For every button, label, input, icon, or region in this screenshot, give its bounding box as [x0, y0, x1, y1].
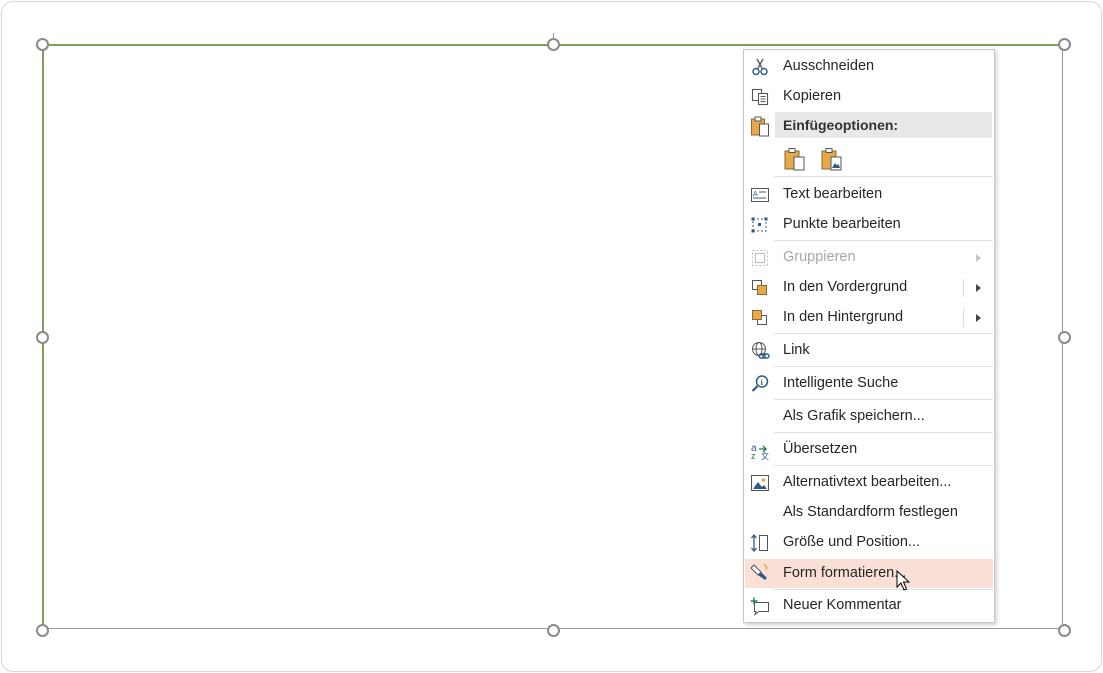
svg-text:z: z: [751, 451, 756, 460]
submenu-arrow-icon[interactable]: [976, 284, 981, 292]
menu-item-link[interactable]: Link: [745, 338, 993, 364]
menu-item-group: Gruppieren: [745, 245, 993, 271]
group-icon: [750, 248, 770, 268]
format-shape-icon: [750, 562, 770, 582]
paste-options-header: Einfügeoptionen:: [775, 112, 992, 138]
menu-item-send-backward[interactable]: In den Hintergrund: [745, 305, 993, 331]
menu-separator: [774, 366, 993, 367]
translate-icon: az文: [750, 440, 770, 461]
menu-separator: [774, 176, 993, 177]
bring-forward-icon: [750, 278, 770, 298]
context-menu: Ausschneiden Kopieren Einfügeoptionen: A…: [743, 49, 995, 623]
menu-separator: [774, 432, 993, 433]
menu-item-edit-alt-text[interactable]: Alternativtext bearbeiten...: [745, 470, 993, 496]
menu-item-set-default-shape[interactable]: Als Standardform festlegen: [745, 500, 993, 526]
mouse-cursor-icon: [896, 569, 911, 592]
resize-handle-top-right[interactable]: [1058, 38, 1071, 51]
menu-item-cut[interactable]: Ausschneiden: [745, 54, 993, 80]
resize-handle-bottom-center[interactable]: [547, 624, 560, 637]
menu-item-label: Link: [783, 342, 810, 358]
paste-options-label: Einfügeoptionen:: [783, 117, 899, 133]
menu-item-label: Als Standardform festlegen: [783, 504, 958, 520]
resize-handle-middle-left[interactable]: [36, 331, 49, 344]
menu-item-edit-points[interactable]: Punkte bearbeiten: [745, 212, 993, 238]
svg-text:A: A: [753, 191, 758, 198]
menu-item-label: In den Vordergrund: [783, 279, 908, 295]
menu-item-copy[interactable]: Kopieren: [745, 84, 993, 110]
menu-item-new-comment[interactable]: Neuer Kommentar: [745, 593, 993, 619]
menu-item-label: Kopieren: [783, 88, 842, 104]
submenu-divider: [963, 279, 964, 297]
menu-item-label: Übersetzen: [783, 441, 858, 457]
menu-item-label: Als Grafik speichern...: [783, 408, 925, 424]
alt-text-icon: [750, 473, 770, 493]
menu-item-size-position[interactable]: Größe und Position...: [745, 530, 993, 556]
menu-item-save-as-picture[interactable]: Als Grafik speichern...: [745, 404, 993, 430]
send-backward-icon: [750, 308, 770, 328]
menu-item-translate[interactable]: az文 Übersetzen: [745, 437, 993, 463]
paste-keep-source-button[interactable]: [783, 146, 807, 172]
menu-item-label: Neuer Kommentar: [783, 597, 902, 613]
menu-item-label: Gruppieren: [783, 249, 856, 265]
menu-item-smart-lookup[interactable]: i Intelligente Suche: [745, 371, 993, 397]
resize-handle-top-left[interactable]: [36, 38, 49, 51]
size-position-icon: [750, 533, 770, 553]
menu-item-label: Text bearbeiten: [783, 186, 883, 202]
menu-item-edit-text[interactable]: A Text bearbeiten: [745, 182, 993, 208]
menu-item-bring-forward[interactable]: In den Vordergrund: [745, 275, 993, 301]
menu-separator: [774, 333, 993, 334]
copy-icon: [750, 87, 770, 107]
new-comment-icon: [750, 596, 770, 616]
menu-item-label: Größe und Position...: [783, 534, 921, 550]
scissors-icon: [750, 57, 770, 77]
svg-text:文: 文: [761, 451, 769, 460]
menu-item-label: Alternativtext bearbeiten...: [783, 474, 952, 490]
link-globe-icon: [750, 341, 770, 361]
menu-separator: [774, 399, 993, 400]
menu-separator: [774, 589, 993, 590]
menu-separator: [774, 465, 993, 466]
menu-item-label: Ausschneiden: [783, 58, 875, 74]
submenu-arrow-icon[interactable]: [976, 314, 981, 322]
clipboard-icon: [750, 115, 770, 137]
resize-handle-bottom-right[interactable]: [1058, 624, 1071, 637]
menu-item-label: Intelligente Suche: [783, 375, 899, 391]
resize-handle-top-center[interactable]: [547, 38, 560, 51]
text-box-icon: A: [750, 185, 770, 205]
resize-handle-middle-right[interactable]: [1058, 331, 1071, 344]
submenu-divider: [963, 309, 964, 327]
edit-points-icon: [750, 215, 770, 235]
paste-as-picture-button[interactable]: [820, 146, 844, 172]
menu-separator: [774, 240, 993, 241]
menu-item-label: In den Hintergrund: [783, 309, 904, 325]
menu-item-format-shape[interactable]: Form formatieren...: [745, 559, 993, 588]
submenu-arrow-icon: [976, 254, 981, 262]
resize-handle-bottom-left[interactable]: [36, 624, 49, 637]
smart-lookup-icon: i: [750, 374, 770, 394]
menu-item-label: Punkte bearbeiten: [783, 216, 901, 232]
menu-item-label: Form formatieren...: [783, 565, 907, 581]
